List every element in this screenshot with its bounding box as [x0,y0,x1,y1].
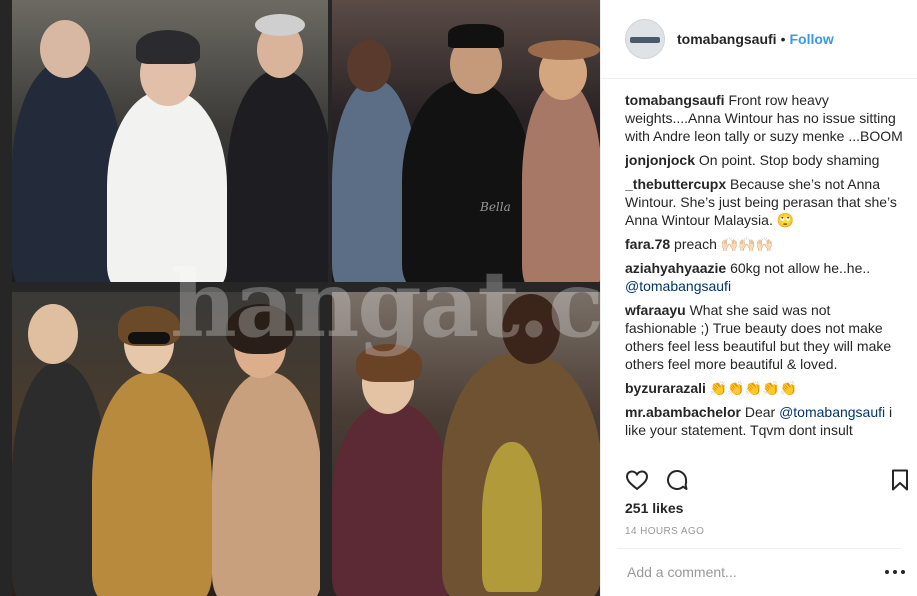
comment-item: aziahyahyaazie 60kg not allow he..he.. @… [625,259,905,295]
comment-text: 60kg not allow he..he.. [730,260,871,276]
divider [617,548,901,549]
dot-icon [893,570,897,574]
dot-icon [885,570,889,574]
comment-mention[interactable]: @tomabangsaufi [625,278,731,294]
comment-emoji: 🙄 [776,212,795,228]
comment-icon[interactable] [665,468,689,492]
header-separator: • [780,31,786,47]
comment-username[interactable]: _thebuttercupx [625,176,726,192]
comment-username[interactable]: tomabangsaufi [625,92,725,108]
post-header: tomabangsaufi • Follow [601,0,917,79]
comment-item: jonjonjock On point. Stop body shaming [625,151,905,169]
post-sidebar: tomabangsaufi • Follow tomabangsaufi Fro… [600,0,917,596]
comment-username[interactable]: aziahyahyaazie [625,260,726,276]
post-image[interactable]: Bella hangat.c [0,0,600,596]
photo-top-right [332,0,600,282]
comment-username[interactable]: wfaraayu [625,302,686,318]
photo-top-left [12,0,328,282]
follow-button[interactable]: Follow [789,31,833,47]
comment-item: _thebuttercupx Because she’s not Anna Wi… [625,175,905,229]
comment-text: preach [674,236,717,252]
header-username[interactable]: tomabangsaufi [677,31,777,47]
comment-item: byzurarazali 👏👏👏👏👏 [625,379,905,397]
dot-icon [901,570,905,574]
comment-emoji: 🙌🏻🙌🏻🙌🏻 [720,236,774,252]
comment-item: fara.78 preach 🙌🏻🙌🏻🙌🏻 [625,235,905,253]
heart-icon[interactable] [625,468,649,492]
like-count[interactable]: 251 likes [625,500,683,516]
comment-item: tomabangsaufi Front row heavy weights...… [625,91,905,145]
comment-mention[interactable]: @tomabangsaufi [779,404,885,420]
comment-username[interactable]: mr.abambachelor [625,404,741,420]
comment-text: Dear [744,404,776,420]
comment-list[interactable]: tomabangsaufi Front row heavy weights...… [625,91,905,456]
more-options-icon[interactable] [885,567,905,577]
comment-username[interactable]: byzurarazali [625,380,706,396]
add-comment-input[interactable]: Add a comment... [627,564,737,580]
avatar[interactable] [625,19,665,59]
watermark-text: hangat.c [170,250,600,358]
image-tag-text: Bella [480,200,511,214]
bookmark-icon[interactable] [888,468,912,492]
post-timestamp[interactable]: 14 HOURS AGO [625,526,704,537]
comment-item: wfaraayu What she said was not fashionab… [625,301,905,373]
comment-username[interactable]: fara.78 [625,236,670,252]
comment-username[interactable]: jonjonjock [625,152,695,168]
action-bar [625,468,912,492]
comment-text: On point. Stop body shaming [698,152,880,168]
comment-item: mr.abambachelor Dear @tomabangsaufi i li… [625,403,905,439]
comment-emoji: 👏👏👏👏👏 [709,380,797,396]
